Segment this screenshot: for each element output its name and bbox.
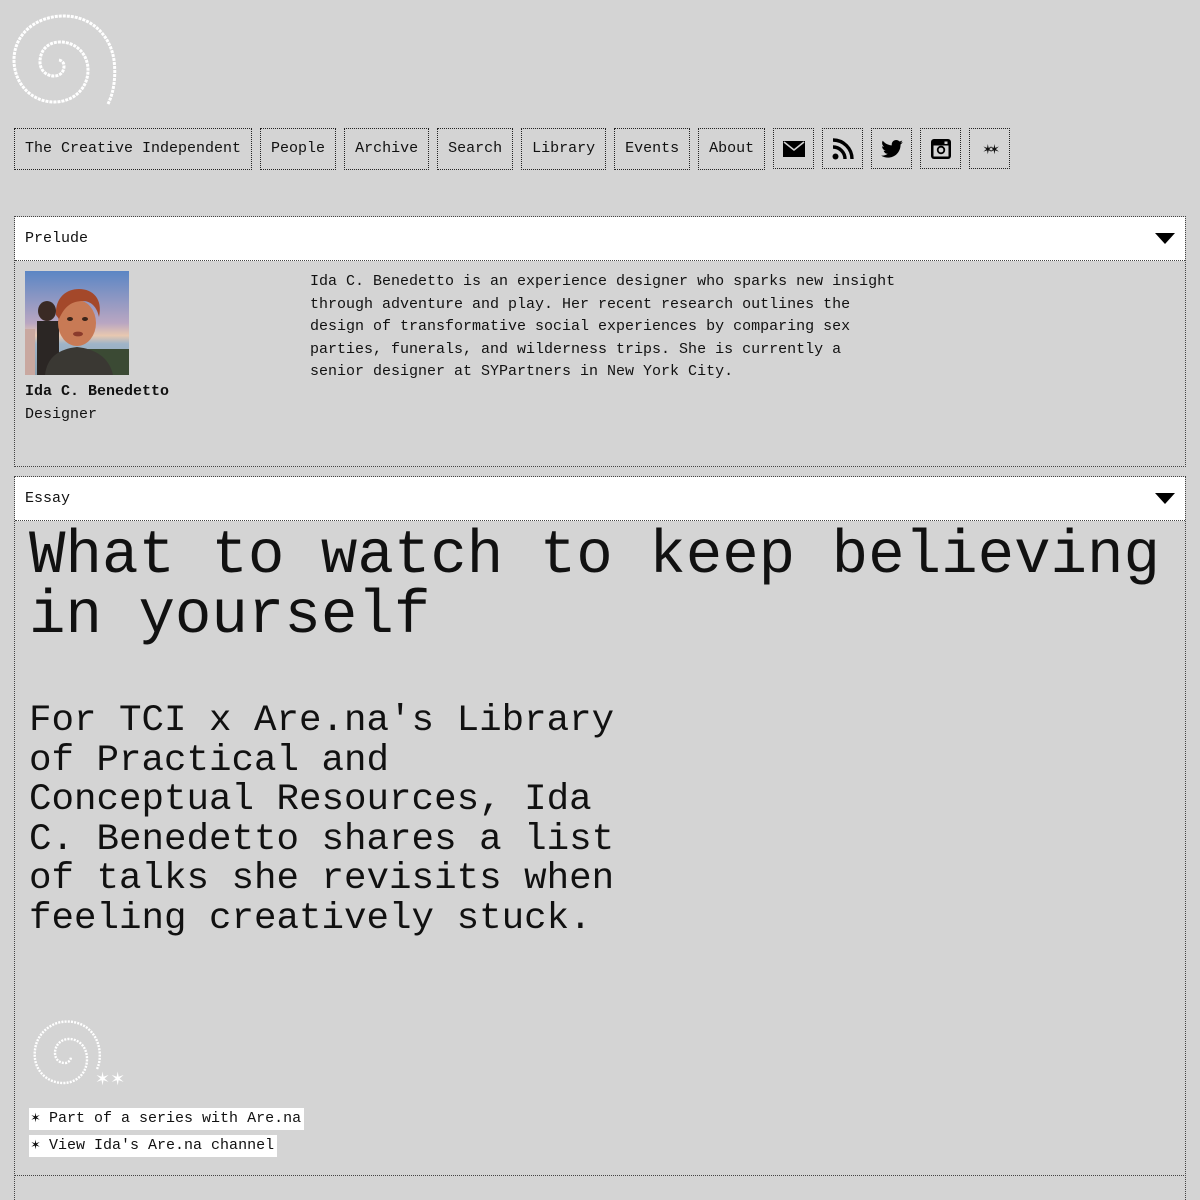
email-button[interactable] bbox=[773, 128, 815, 169]
person-name: Ida C. Benedetto bbox=[25, 383, 170, 400]
article-headline: What to watch to keep believing in yours… bbox=[29, 522, 1161, 651]
person-photo bbox=[25, 271, 129, 375]
next-panel-edge bbox=[14, 1175, 15, 1200]
rss-button[interactable] bbox=[822, 128, 864, 169]
essay-panel: Essay What to watch to keep believing in… bbox=[14, 476, 1186, 1176]
nav-home-link[interactable]: The Creative Independent bbox=[14, 128, 253, 170]
nav-library-link[interactable]: Library bbox=[521, 128, 607, 170]
instagram-button[interactable] bbox=[920, 128, 962, 169]
next-panel-edge bbox=[1185, 1175, 1186, 1200]
prelude-panel: Prelude Ida C. Benedetto Designer Ida C.… bbox=[14, 216, 1186, 467]
twitter-button[interactable] bbox=[871, 128, 913, 169]
person-role: Designer bbox=[25, 406, 98, 423]
email-icon bbox=[782, 140, 805, 157]
twitter-icon bbox=[880, 139, 903, 158]
instagram-icon bbox=[930, 138, 951, 159]
main-nav: The Creative Independent People Archive … bbox=[14, 128, 1018, 170]
article-dek: For TCI x Are.na's Library of Practical … bbox=[29, 700, 615, 940]
nav-search-link[interactable]: Search bbox=[437, 128, 514, 170]
person-bio: Ida C. Benedetto is an experience design… bbox=[310, 273, 896, 380]
prelude-toggle[interactable]: Prelude bbox=[15, 217, 1185, 261]
arena-spiral-icon: ✶✶ bbox=[33, 1020, 125, 1089]
stars-icon: ✶✶ bbox=[983, 140, 999, 159]
essay-label: Essay bbox=[25, 490, 71, 507]
rss-icon bbox=[832, 137, 854, 159]
prelude-label: Prelude bbox=[25, 230, 89, 247]
svg-text:✶✶: ✶✶ bbox=[95, 1069, 125, 1089]
stars-button[interactable]: ✶✶ bbox=[969, 128, 1011, 169]
essay-toggle[interactable]: Essay bbox=[15, 477, 1185, 521]
arena-channel-link[interactable]: ✶ View Ida's Are.na channel bbox=[29, 1135, 278, 1157]
caret-down-icon[interactable] bbox=[1155, 493, 1175, 504]
spiral-logo-icon[interactable] bbox=[10, 12, 118, 110]
nav-events-link[interactable]: Events bbox=[614, 128, 691, 170]
nav-archive-link[interactable]: Archive bbox=[344, 128, 430, 170]
nav-about-link[interactable]: About bbox=[698, 128, 766, 170]
nav-people-link[interactable]: People bbox=[260, 128, 337, 170]
series-link[interactable]: ✶ Part of a series with Are.na bbox=[29, 1108, 305, 1130]
caret-down-icon[interactable] bbox=[1155, 233, 1175, 244]
